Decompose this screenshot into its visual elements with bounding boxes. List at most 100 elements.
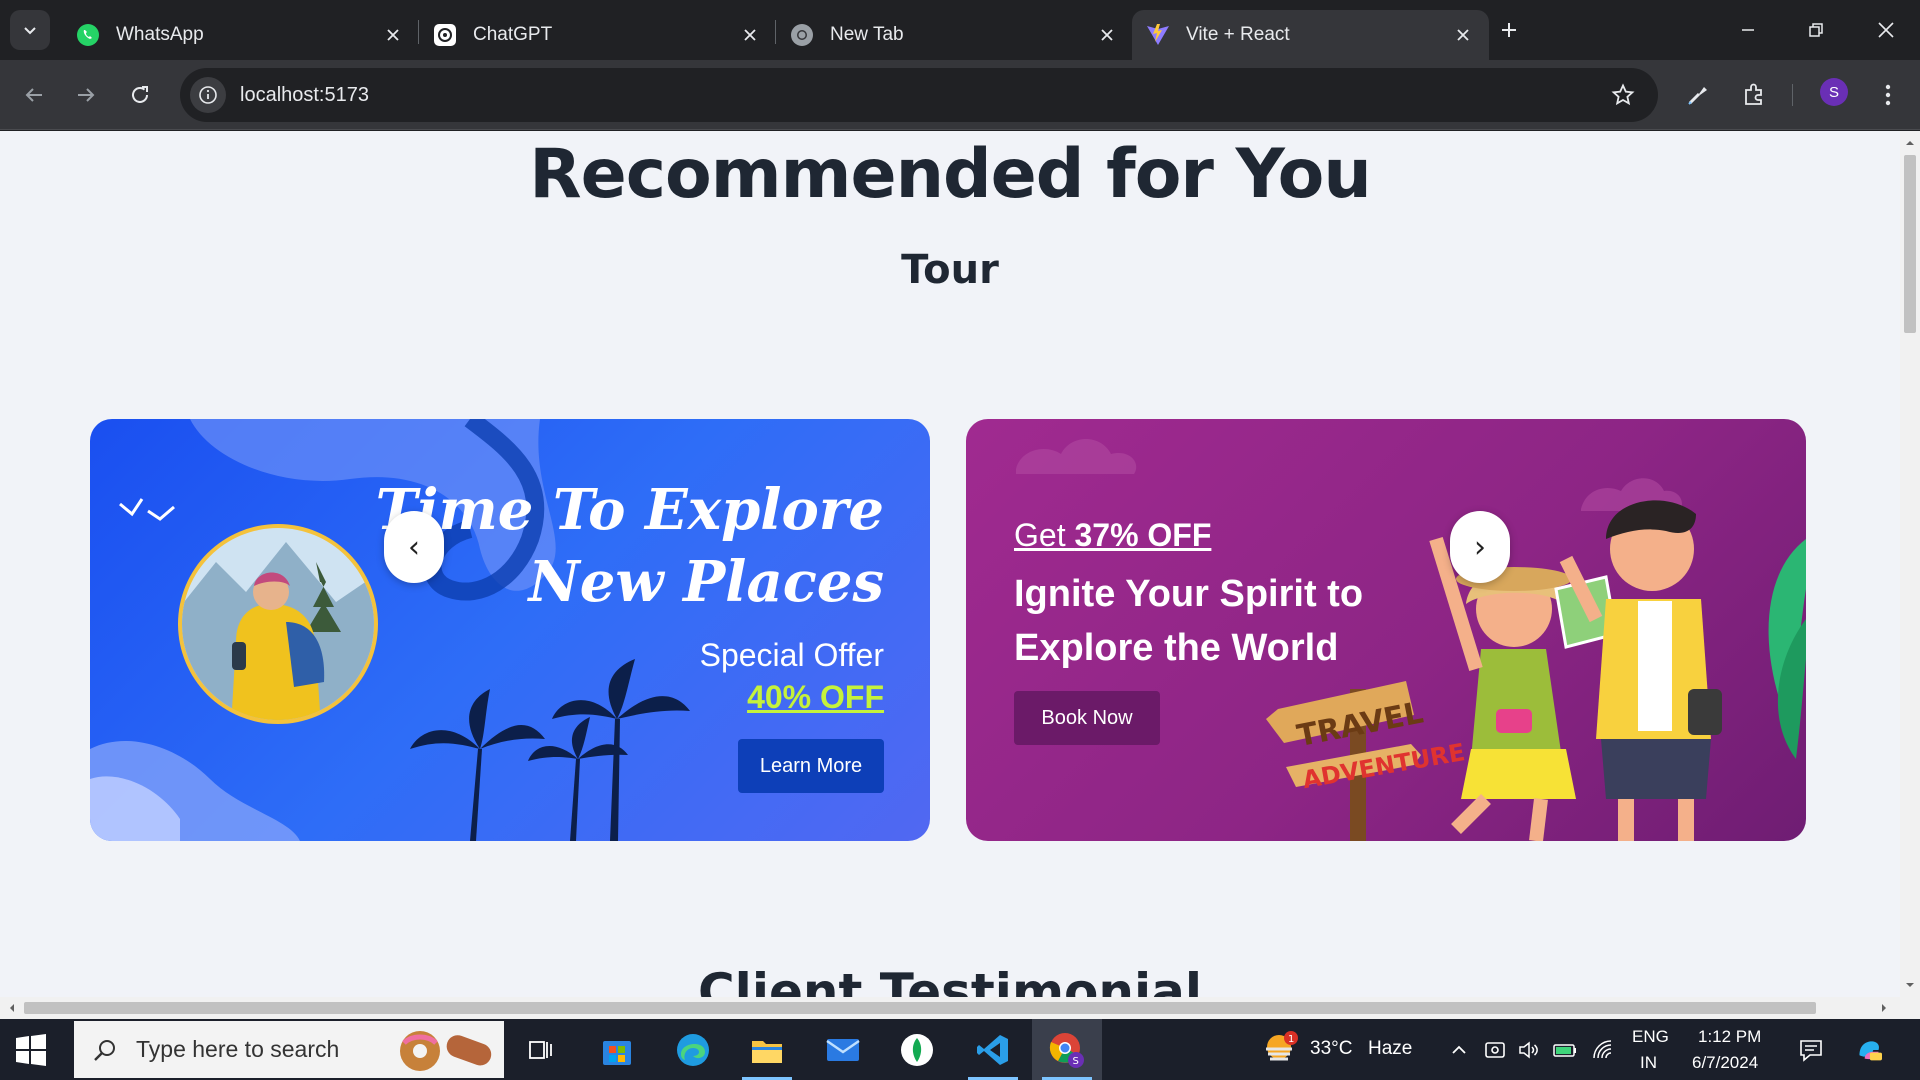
reload-icon (132, 86, 148, 103)
arrow-left-icon (25, 88, 42, 102)
page-title: Recommended for You (529, 135, 1372, 214)
chevron-up-icon[interactable] (1446, 1037, 1472, 1063)
tab-strip: WhatsApp ChatGPT New Tab Vite + React (0, 0, 1920, 60)
discount-value: 37% OFF (1074, 517, 1212, 553)
section-subtitle: Tour (901, 247, 999, 293)
eyedropper-extension-icon[interactable] (1678, 75, 1718, 115)
whatsapp-icon (76, 23, 100, 47)
tab-whatsapp[interactable]: WhatsApp (62, 10, 419, 60)
tab-chatgpt[interactable]: ChatGPT (419, 10, 776, 60)
mail-icon[interactable] (808, 1019, 878, 1080)
promo-card-ignite[interactable]: TRAVEL ADVENTURE Get 37% OFF Ignite Your… (966, 419, 1806, 841)
card-headline: Ignite Your Spirit to Explore the World (1014, 567, 1363, 675)
scroll-left-icon[interactable] (4, 997, 20, 1019)
forward-button[interactable] (66, 75, 106, 115)
chrome-icon (790, 23, 814, 47)
toolbar-separator (1792, 84, 1793, 106)
learn-more-button[interactable]: Learn More (738, 739, 884, 793)
chrome-profile-badge-text: S (1073, 1056, 1079, 1067)
vertical-scrollbar[interactable] (1900, 131, 1920, 997)
file-explorer-icon[interactable] (732, 1019, 802, 1080)
edge-browser-icon[interactable] (658, 1019, 728, 1080)
plus-icon (1502, 23, 1516, 37)
horizontal-scroll-thumb[interactable] (24, 1002, 1816, 1014)
tab-search-button[interactable] (10, 10, 50, 50)
back-button[interactable] (14, 75, 54, 115)
offer-discount: 40% OFF (747, 679, 884, 715)
address-bar[interactable]: localhost:5173 (180, 68, 1658, 122)
close-icon[interactable] (1451, 23, 1475, 47)
tab-vite-react[interactable]: Vite + React (1132, 10, 1489, 60)
carousel-prev-button[interactable]: ‹ (384, 511, 444, 583)
microsoft-store-icon[interactable] (582, 1019, 652, 1080)
reload-button[interactable] (120, 75, 160, 115)
arrow-right-icon (78, 88, 95, 102)
notifications-icon[interactable] (1798, 1037, 1824, 1063)
tab-title: ChatGPT (473, 24, 553, 45)
vertical-scroll-thumb[interactable] (1904, 155, 1916, 333)
battery-icon[interactable] (1552, 1037, 1578, 1063)
chatgpt-icon (433, 23, 457, 47)
page-viewport: Recommended for You Tour Time To Explore… (0, 131, 1900, 997)
book-now-button[interactable]: Book Now (1014, 691, 1160, 745)
weather-temperature[interactable]: 33°C (1310, 1038, 1352, 1060)
window-close-button[interactable] (1852, 0, 1920, 60)
traveler-photo (178, 524, 378, 724)
copilot-icon[interactable] (1856, 1037, 1882, 1063)
windows-taskbar: Type here to search S 1 33°C Haze ENG IN… (0, 1019, 1920, 1080)
chrome-taskbar-icon[interactable]: S (1032, 1019, 1102, 1080)
profile-avatar[interactable]: S (1820, 78, 1848, 106)
vscode-icon[interactable] (958, 1019, 1028, 1080)
offer-label: Special Offer (699, 637, 884, 673)
clock-time[interactable]: 1:12 PM (1698, 1027, 1761, 1047)
weather-description[interactable]: Haze (1368, 1038, 1412, 1060)
minimize-button[interactable] (1714, 0, 1782, 60)
discount-line: Get 37% OFF (1014, 517, 1211, 554)
restore-button[interactable] (1782, 0, 1850, 60)
search-highlight-illustration (400, 1031, 492, 1071)
close-icon (1878, 22, 1894, 38)
clock-date[interactable]: 6/7/2024 (1692, 1053, 1758, 1073)
card-headline: Time To Explore New Places (376, 474, 884, 618)
scroll-up-icon[interactable] (1900, 135, 1920, 151)
wifi-icon[interactable] (1590, 1037, 1616, 1063)
language-line-2[interactable]: IN (1640, 1053, 1657, 1073)
windows-start-icon[interactable] (14, 1033, 48, 1067)
discount-prefix: Get (1014, 517, 1075, 553)
horizontal-scrollbar[interactable] (0, 997, 1920, 1019)
scroll-down-icon[interactable] (1900, 977, 1920, 993)
new-tab-button[interactable] (1494, 12, 1524, 48)
weather-badge-count: 1 (1288, 1034, 1294, 1045)
tab-title: New Tab (830, 24, 904, 45)
headline-line-2: Explore the World (1014, 627, 1339, 669)
promo-card-explore[interactable]: Time To Explore New Places Special Offer… (90, 419, 930, 841)
close-icon[interactable] (738, 23, 762, 47)
close-icon[interactable] (381, 23, 405, 47)
more-menu-icon[interactable] (1868, 75, 1908, 115)
bookmark-star-icon[interactable] (1608, 80, 1638, 110)
scroll-right-icon[interactable] (1876, 997, 1892, 1019)
tab-new-tab[interactable]: New Tab (776, 10, 1133, 60)
headline-line-1: Time To Explore (375, 477, 884, 543)
carousel-next-button[interactable]: › (1450, 511, 1510, 583)
language-line-1[interactable]: ENG (1632, 1027, 1669, 1047)
chevron-down-icon (24, 27, 36, 35)
restore-icon (1809, 23, 1823, 37)
volume-icon[interactable] (1516, 1037, 1542, 1063)
url-text[interactable]: localhost:5173 (240, 84, 369, 107)
extensions-puzzle-icon[interactable] (1734, 75, 1774, 115)
site-info-icon[interactable] (190, 77, 226, 113)
minimize-icon (1742, 29, 1754, 31)
mongodb-compass-icon[interactable] (882, 1019, 952, 1080)
headline-line-1: Ignite Your Spirit to (1014, 573, 1364, 615)
meet-now-icon[interactable] (1482, 1037, 1508, 1063)
browser-toolbar: localhost:5173 S (0, 60, 1920, 130)
close-icon[interactable] (1095, 23, 1119, 47)
search-placeholder: Type here to search (136, 1036, 340, 1062)
vite-icon (1146, 23, 1170, 47)
taskbar-search-box[interactable]: Type here to search (74, 1021, 504, 1078)
task-view-icon[interactable] (506, 1019, 576, 1080)
tab-title: Vite + React (1186, 24, 1290, 45)
search-icon (92, 1037, 118, 1063)
weather-haze-icon[interactable]: 1 (1262, 1031, 1302, 1067)
